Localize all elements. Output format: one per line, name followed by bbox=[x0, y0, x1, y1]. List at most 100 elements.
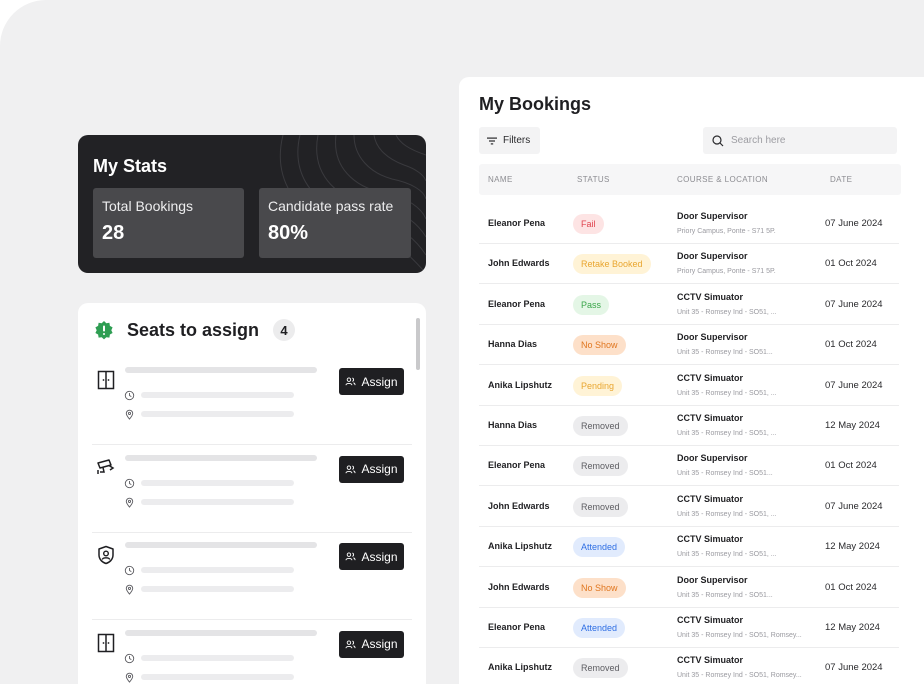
total-bookings-stat: Total Bookings 28 bbox=[93, 188, 244, 258]
stats-card: My Stats Total Bookings 28 Candidate pas… bbox=[78, 135, 426, 273]
booking-course: CCTV Simuator bbox=[677, 534, 744, 545]
assign-label: Assign bbox=[361, 374, 398, 389]
booking-name: John Edwards bbox=[488, 581, 550, 592]
booking-date: 01 Oct 2024 bbox=[825, 258, 877, 270]
clock-icon bbox=[124, 651, 135, 663]
column-header-name[interactable]: NAME bbox=[488, 175, 513, 184]
clock-icon bbox=[124, 476, 135, 488]
table-row[interactable]: Anika Lipshutz Removed CCTV Simuator Unit 3… bbox=[479, 648, 899, 684]
app-background: My Stats Total Bookings 28 Candidate pas… bbox=[0, 0, 924, 684]
skeleton-location bbox=[141, 498, 294, 505]
booking-date: 01 Oct 2024 bbox=[825, 460, 877, 472]
skeleton-time bbox=[141, 567, 294, 573]
booking-date: 01 Oct 2024 bbox=[825, 581, 877, 593]
booking-name: John Edwards bbox=[488, 500, 550, 511]
booking-name: Eleanor Pena bbox=[488, 622, 546, 632]
location-pin-icon bbox=[124, 670, 135, 683]
table-row[interactable]: Eleanor Pena Fail Door Supervisor Priory Ca… bbox=[479, 204, 899, 244]
booking-date: 12 May 2024 bbox=[825, 420, 880, 431]
booking-date: 07 June 2024 bbox=[825, 298, 883, 310]
total-bookings-value: 28 bbox=[102, 222, 125, 244]
assign-label: Assign bbox=[361, 637, 398, 651]
alert-badge-icon bbox=[95, 321, 113, 340]
filters-button[interactable]: Filters bbox=[479, 127, 540, 154]
status-badge: No Show bbox=[573, 335, 626, 356]
assign-button[interactable]: Assign bbox=[339, 455, 404, 483]
booking-name: Hanna Dias bbox=[488, 420, 538, 430]
booking-location: Unit 35 - Romsey Ind - SO51, ... bbox=[677, 510, 777, 518]
location-pin-icon bbox=[124, 495, 135, 508]
status-badge: Fail bbox=[573, 214, 604, 234]
assign-button[interactable]: Assign bbox=[339, 630, 404, 658]
skeleton-time bbox=[141, 654, 294, 661]
status-badge: No Show bbox=[573, 577, 626, 598]
clock-icon bbox=[124, 563, 135, 576]
booking-location: Unit 35 - Romsey Ind - SO51... bbox=[677, 591, 773, 599]
stats-title: My Stats bbox=[93, 156, 168, 176]
search-input[interactable] bbox=[731, 135, 881, 146]
table-row[interactable]: John Edwards Retake Booked Door Supervisor… bbox=[479, 244, 899, 285]
door-icon bbox=[96, 633, 116, 653]
table-row[interactable]: Hanna Dias No Show Door Supervisor Unit 35 … bbox=[479, 325, 899, 366]
pass-rate-value: 80% bbox=[268, 222, 309, 244]
booking-date: 07 June 2024 bbox=[825, 662, 883, 674]
booking-date: 12 May 2024 bbox=[825, 622, 880, 633]
status-badge: Pass bbox=[573, 294, 610, 315]
booking-course: CCTV Simuator bbox=[677, 615, 744, 625]
table-row[interactable]: Eleanor Pena Attended CCTV Simuator Unit 35… bbox=[479, 608, 899, 648]
booking-name: Anika Lipshutz bbox=[488, 662, 553, 673]
skeleton-title bbox=[125, 454, 317, 461]
assign-button[interactable]: Assign bbox=[339, 368, 404, 395]
seats-title: Seats to assign bbox=[127, 319, 260, 340]
clock-icon bbox=[124, 388, 135, 401]
table-row[interactable]: Eleanor Pena Removed Door Supervisor Unit 3… bbox=[479, 446, 899, 487]
column-header-course[interactable]: COURSE & LOCATION bbox=[677, 175, 768, 184]
status-badge: Attended bbox=[573, 537, 626, 558]
table-row[interactable]: Eleanor Pena Pass CCTV Simuator Unit 35 - R… bbox=[479, 285, 899, 325]
users-icon bbox=[345, 639, 357, 650]
column-header-status[interactable]: STATUS bbox=[577, 175, 610, 184]
booking-date: 07 June 2024 bbox=[825, 500, 883, 512]
search-icon bbox=[712, 134, 724, 146]
seats-scrollbar[interactable] bbox=[416, 318, 420, 370]
users-icon bbox=[345, 376, 357, 387]
table-row[interactable]: Anika Lipshutz Pending CCTV Simuator Unit 3… bbox=[479, 366, 899, 406]
booking-name: John Edwards bbox=[488, 258, 550, 269]
table-header: NAME STATUS COURSE & LOCATION DATE bbox=[479, 164, 901, 195]
booking-date: 07 June 2024 bbox=[825, 379, 883, 391]
bookings-panel: My Bookings Filters NAME STATUS COURSE &… bbox=[459, 77, 924, 684]
table-row[interactable]: John Edwards No Show Door Supervisor Unit 3… bbox=[479, 568, 899, 608]
booking-course: CCTV Simuator bbox=[677, 372, 744, 383]
seat-row: Assign bbox=[92, 358, 412, 445]
seat-row: Assign bbox=[92, 621, 412, 684]
total-bookings-label: Total Bookings bbox=[102, 198, 194, 214]
filter-icon bbox=[487, 137, 497, 144]
location-pin-icon bbox=[124, 582, 135, 595]
bookings-title: My Bookings bbox=[479, 94, 592, 114]
table-row[interactable]: Hanna Dias Removed CCTV Simuator Unit 35 - … bbox=[479, 406, 899, 446]
assign-label: Assign bbox=[361, 549, 398, 564]
booking-name: Anika Lipshutz bbox=[488, 541, 553, 552]
booking-course: Door Supervisor bbox=[677, 332, 748, 343]
search-box[interactable] bbox=[703, 127, 897, 154]
booking-date: 12 May 2024 bbox=[825, 541, 880, 553]
status-badge: Removed bbox=[573, 456, 628, 477]
skeleton-location bbox=[141, 411, 294, 417]
table-row[interactable]: Anika Lipshutz Attended CCTV Simuator Unit … bbox=[479, 527, 899, 568]
booking-location: Priory Campus, Ponte - S71 5P. bbox=[677, 268, 776, 276]
status-badge: Retake Booked bbox=[573, 254, 651, 275]
status-badge: Removed bbox=[573, 416, 628, 436]
booking-location: Unit 35 - Romsey Ind - SO51, Romsey... bbox=[677, 632, 802, 639]
status-badge: Removed bbox=[573, 496, 628, 517]
booking-location: Unit 35 - Romsey Ind - SO51, ... bbox=[677, 308, 777, 316]
booking-course: CCTV Simuator bbox=[677, 413, 744, 423]
table-row[interactable]: John Edwards Removed CCTV Simuator Unit 35 … bbox=[479, 487, 899, 527]
column-header-date[interactable]: DATE bbox=[830, 175, 852, 184]
users-icon bbox=[345, 551, 357, 562]
assign-button[interactable]: Assign bbox=[339, 543, 404, 570]
seat-row: Assign bbox=[92, 533, 412, 620]
booking-location: Unit 35 - Romsey Ind - SO51... bbox=[677, 470, 773, 478]
booking-location: Unit 35 - Romsey Ind - SO51, Romsey... bbox=[677, 672, 802, 680]
booking-name: Eleanor Pena bbox=[488, 218, 546, 228]
booking-location: Priory Campus, Ponte - S71 5P. bbox=[677, 228, 776, 235]
